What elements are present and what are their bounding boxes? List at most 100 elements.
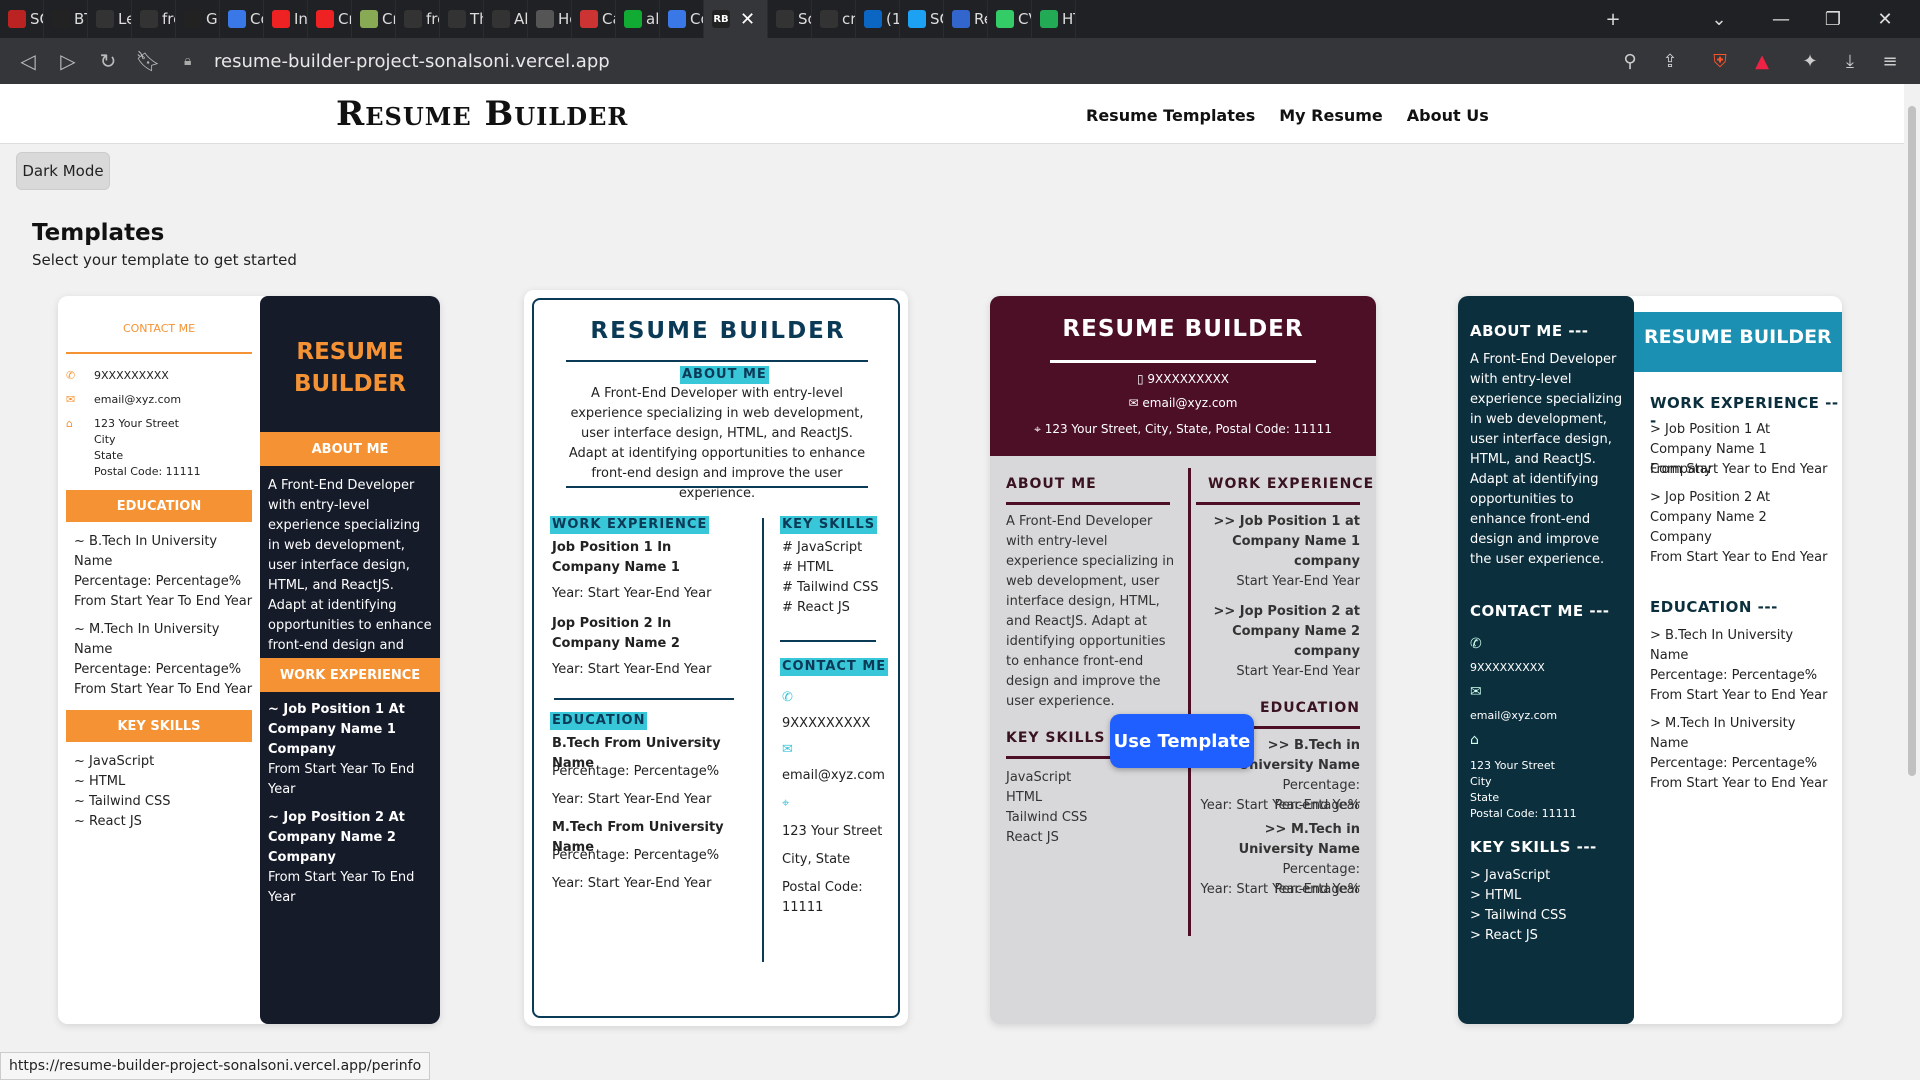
browser-tab[interactable]: Cop <box>660 0 704 38</box>
brave-rewards-icon[interactable]: ▲ <box>1742 38 1782 84</box>
t3-email-row: ✉ email@xyz.com <box>990 396 1376 410</box>
browser-tab[interactable]: free <box>132 0 176 38</box>
t4-work-2: From Start Year to End Year <box>1650 462 1828 477</box>
tab-favicon-icon <box>536 10 554 28</box>
extensions-icon[interactable]: ✦ <box>1790 38 1830 84</box>
tab-favicon-icon <box>580 10 598 28</box>
tab-label: Cop <box>690 10 703 28</box>
browser-tab[interactable]: BTC <box>44 0 88 38</box>
t1-work-4: From Start Year To End Year <box>268 870 415 905</box>
t1-skill-2: ~ HTML <box>74 774 126 789</box>
url-field[interactable]: 🔒︎ resume-builder-project-sonalsoni.verc… <box>176 45 1606 77</box>
downloads-icon[interactable]: ⤓ <box>1830 38 1870 84</box>
tab-label: CV <box>1018 10 1031 28</box>
t3-edu-3: Year: Start Year-End Year <box>1200 798 1360 813</box>
browser-tab[interactable]: Alg <box>484 0 528 38</box>
browser-tab[interactable]: Son <box>768 0 812 38</box>
browser-tab[interactable]: free <box>396 0 440 38</box>
menu-icon[interactable]: ≡ <box>1870 38 1910 84</box>
browser-tab[interactable]: SOL <box>900 0 944 38</box>
tab-favicon-icon <box>404 10 422 28</box>
browser-tab[interactable]: Res <box>944 0 988 38</box>
browser-tab[interactable]: (12) <box>856 0 900 38</box>
t3-skill-2: HTML <box>1006 790 1043 805</box>
browser-tab[interactable]: Cop <box>220 0 264 38</box>
browser-tab[interactable]: Gro <box>176 0 220 38</box>
t1-email: email@xyz.com <box>94 393 182 406</box>
tab-label: free <box>426 10 439 28</box>
forward-icon[interactable]: ▷ <box>48 49 88 73</box>
t2-phone: 9XXXXXXXXX <box>782 716 871 731</box>
t3-header-divider <box>1050 360 1316 363</box>
scrollbar-thumb[interactable] <box>1908 106 1916 776</box>
tab-favicon-icon <box>776 10 794 28</box>
bookmark-icon[interactable]: 🔖︎ <box>128 49 168 73</box>
t1-work-3: ~ Jop Position 2 At Company Name 2 Compa… <box>268 810 405 865</box>
t2-edu-2: Percentage: Percentage% <box>552 764 720 779</box>
tab-favicon-icon <box>668 10 686 28</box>
t3-phone-row: ▯ 9XXXXXXXXX <box>990 372 1376 386</box>
reload-icon[interactable]: ↻ <box>88 49 128 73</box>
browser-tab[interactable]: How <box>528 0 572 38</box>
t1-brand: RESUME BUILDER <box>294 339 406 397</box>
t3-email: email@xyz.com <box>1142 396 1238 410</box>
t3-work-1: >> Job Position 1 at Company Name 1 comp… <box>1213 514 1360 569</box>
tab-label: SOL <box>930 10 943 28</box>
t1-left-column: CONTACT ME ✆ 9XXXXXXXXX ✉ email@xyz.com … <box>58 296 260 1024</box>
template-card-4[interactable]: ABOUT ME --- A Front-End Developer with … <box>1458 296 1842 1024</box>
browser-tab[interactable]: alm <box>616 0 660 38</box>
tab-label: How <box>558 10 571 28</box>
browser-tab[interactable]: Cre <box>352 0 396 38</box>
mail-icon: ✉ <box>1128 396 1143 410</box>
browser-tab[interactable]: The <box>440 0 484 38</box>
browser-tab[interactable]: CV <box>988 0 1032 38</box>
nav-about-us[interactable]: About Us <box>1407 106 1489 125</box>
browser-tab[interactable]: Lea <box>88 0 132 38</box>
t2-brand: RESUME BUILDER <box>590 318 846 344</box>
zoom-icon[interactable]: ⚲ <box>1610 38 1650 84</box>
t2-address-3: Postal Code: 11111 <box>782 880 863 915</box>
tab-label: (12) <box>886 10 900 28</box>
template-card-3[interactable]: RESUME BUILDER ▯ 9XXXXXXXXX ✉ email@xyz.… <box>990 296 1376 1024</box>
t3-address: 123 Your Street, City, State, Postal Cod… <box>1044 422 1332 436</box>
browser-tab[interactable]: RB ✕ <box>704 0 768 38</box>
t1-edu-3: From Start Year To End Year <box>74 594 253 609</box>
browser-tab[interactable]: Cap <box>572 0 616 38</box>
t4-skills-heading: KEY SKILLS --- <box>1470 838 1597 856</box>
close-tab-icon[interactable]: ✕ <box>740 9 755 30</box>
site-brand[interactable]: Resume Builder <box>336 94 628 134</box>
url-text: resume-builder-project-sonalsoni.vercel.… <box>214 50 610 72</box>
browser-tab[interactable]: Intr <box>264 0 308 38</box>
brave-shield-icon[interactable]: ⛨ <box>1700 38 1740 84</box>
t2-skill-4: # React JS <box>782 600 850 615</box>
use-template-button[interactable]: Use Template <box>1110 714 1254 768</box>
t3-brand: RESUME BUILDER <box>1062 316 1304 342</box>
nav-resume-templates[interactable]: Resume Templates <box>1086 106 1255 125</box>
t1-contact-heading: CONTACT ME <box>122 322 196 335</box>
nav-my-resume[interactable]: My Resume <box>1279 106 1383 125</box>
home-icon: ⌂ <box>1470 732 1479 748</box>
t1-address-2: City <box>94 433 116 446</box>
t3-skill-3: Tailwind CSS <box>1006 810 1088 825</box>
template-card-1[interactable]: CONTACT ME ✆ 9XXXXXXXXX ✉ email@xyz.com … <box>58 296 440 1024</box>
browser-tab[interactable]: Cre <box>308 0 352 38</box>
t2-address-2: City, State <box>782 852 851 867</box>
tab-label: Res <box>974 10 987 28</box>
browser-tab[interactable]: SOL <box>0 0 44 38</box>
phone-icon: ✆ <box>66 369 76 382</box>
t4-skill-3: > Tailwind CSS <box>1470 908 1567 923</box>
page-scrollbar[interactable] <box>1904 84 1920 1080</box>
browser-tab[interactable]: HTM <box>1032 0 1076 38</box>
t2-skill-3: # Tailwind CSS <box>782 580 879 595</box>
t2-work-3: Jop Position 2 In Company Name 2 <box>552 616 680 651</box>
dark-mode-button[interactable]: Dark Mode <box>16 152 110 190</box>
template-card-2[interactable]: RESUME BUILDER ABOUT ME A Front-End Deve… <box>524 290 908 1026</box>
t4-address-2: City <box>1470 775 1492 788</box>
tab-label: Cre <box>382 10 395 28</box>
t1-education-heading: EDUCATION <box>66 490 252 522</box>
browser-tab[interactable]: cry <box>812 0 856 38</box>
tab-strip: SOL BTC Lea free Gro Cop Intr Cre Cre free The Alg H… <box>0 0 1920 38</box>
tab-label: Cop <box>250 10 263 28</box>
back-icon[interactable]: ◁ <box>8 49 48 73</box>
share-icon[interactable]: ⇪ <box>1650 38 1690 84</box>
